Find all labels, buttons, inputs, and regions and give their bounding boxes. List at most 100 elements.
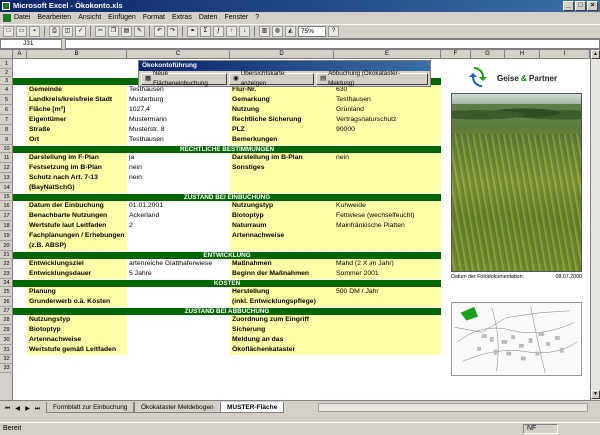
field-label[interactable]: Schutz nach Art. 7-13 <box>27 173 127 183</box>
field-label[interactable]: Bemerkungen <box>230 135 334 145</box>
field-label[interactable]: Festsetzung im B-Plan <box>27 163 127 173</box>
field-value[interactable] <box>334 163 441 173</box>
row-header[interactable]: 30 <box>0 335 13 345</box>
autosum-icon[interactable]: Σ <box>200 26 211 37</box>
field-value[interactable]: Fettwiese (wechselfeucht) <box>334 211 441 221</box>
new-file-icon[interactable]: □ <box>3 26 14 37</box>
overview-map-button[interactable]: ◉ Übersichtskarte anzeigen <box>229 70 315 87</box>
field-value[interactable]: Musterburg <box>127 95 230 105</box>
column-header-h[interactable]: H <box>505 50 540 59</box>
field-value[interactable] <box>127 287 230 297</box>
hyperlink-icon[interactable]: ⚭ <box>187 26 198 37</box>
menu-datei[interactable]: Datei <box>14 12 30 24</box>
row-header[interactable]: 12 <box>0 163 13 173</box>
row-header[interactable]: 8 <box>0 125 13 135</box>
field-value[interactable] <box>334 135 441 145</box>
field-value[interactable] <box>334 315 441 325</box>
row-header[interactable]: 6 <box>0 105 13 115</box>
field-value[interactable] <box>334 335 441 345</box>
row-header[interactable]: 29 <box>0 325 13 335</box>
chart-wizard-icon[interactable]: ▥ <box>259 26 270 37</box>
field-value[interactable]: 5 Jahre <box>127 269 230 279</box>
row-header[interactable]: 15 <box>0 193 13 201</box>
field-value[interactable] <box>334 325 441 335</box>
horizontal-scrollbar[interactable] <box>318 403 588 412</box>
minimize-button[interactable]: _ <box>563 1 574 11</box>
field-label[interactable]: Rechtliche Sicherung <box>230 115 334 125</box>
row-header[interactable]: 22 <box>0 259 13 269</box>
column-header-c[interactable]: C <box>127 50 230 59</box>
field-value[interactable]: Vertragsnaturschutz <box>334 115 441 125</box>
field-label[interactable]: Sicherung <box>230 325 334 335</box>
drawing-icon[interactable]: ◭ <box>285 26 296 37</box>
field-value[interactable] <box>334 241 441 251</box>
row-header[interactable]: 19 <box>0 231 13 241</box>
menu-bearbeiten[interactable]: Bearbeiten <box>37 12 71 24</box>
menu-fenster[interactable]: Fenster <box>225 12 249 24</box>
field-label[interactable]: Herstellung <box>230 287 334 297</box>
field-label[interactable]: Landkreis/kreisfreie Stadt <box>27 95 127 105</box>
row-header[interactable]: 3 <box>0 77 13 85</box>
row-header[interactable]: 25 <box>0 287 13 297</box>
field-value[interactable] <box>127 297 230 307</box>
row-header[interactable]: 26 <box>0 297 13 307</box>
field-label[interactable]: Darstellung im B-Plan <box>230 153 334 163</box>
field-label[interactable]: Wertstufe laut Leitfaden <box>27 221 127 231</box>
field-value[interactable] <box>334 345 441 355</box>
field-value[interactable] <box>334 173 441 183</box>
new-booking-button[interactable]: ▦ Neue Flächeneinbuchung <box>141 70 228 87</box>
field-label[interactable]: Artennachweise <box>27 335 127 345</box>
paste-icon[interactable]: ▤ <box>121 26 132 37</box>
field-value[interactable] <box>127 345 230 355</box>
row-header[interactable]: 2 <box>0 69 13 77</box>
row-header[interactable]: 11 <box>0 153 13 163</box>
row-header[interactable]: 14 <box>0 183 13 193</box>
print-preview-icon[interactable]: ◫ <box>62 26 73 37</box>
field-value[interactable]: 90000 <box>334 125 441 135</box>
formula-input[interactable] <box>65 39 600 49</box>
row-header[interactable]: 1 <box>0 59 13 69</box>
tab-muster-flaeche[interactable]: MUSTER-Fläche <box>220 402 285 413</box>
workbook-icon[interactable] <box>3 14 11 22</box>
column-header-d[interactable]: D <box>230 50 334 59</box>
row-header[interactable]: 31 <box>0 345 13 355</box>
field-label[interactable]: Nutzung <box>230 105 334 115</box>
scroll-down-icon[interactable]: ▼ <box>591 390 600 399</box>
spellcheck-icon[interactable]: ✓ <box>75 26 86 37</box>
row-header[interactable]: 18 <box>0 221 13 231</box>
field-value[interactable]: 500 DM / Jahr <box>334 287 441 297</box>
row-header[interactable]: 4 <box>0 85 13 95</box>
field-value[interactable]: Musterstr. 8 <box>127 125 230 135</box>
field-value[interactable]: nein <box>127 163 230 173</box>
field-label[interactable]: Darstellung im F-Plan <box>27 153 127 163</box>
field-value[interactable] <box>127 325 230 335</box>
field-label[interactable]: Grunderwerb o.ä. Kosten <box>27 297 127 307</box>
next-sheet-icon[interactable]: ▶ <box>23 405 32 414</box>
field-label[interactable]: PLZ <box>230 125 334 135</box>
field-label[interactable]: Sonstiges <box>230 163 334 173</box>
field-value[interactable]: Mainfränkische Platten <box>334 221 441 231</box>
field-value[interactable] <box>334 297 441 307</box>
field-label[interactable]: Nutzungstyp <box>27 315 127 325</box>
field-label[interactable] <box>230 183 334 193</box>
menu-daten[interactable]: Daten <box>199 12 218 24</box>
field-label[interactable]: Gemarkung <box>230 95 334 105</box>
field-value[interactable]: nein <box>127 173 230 183</box>
field-label[interactable]: Planung <box>27 287 127 297</box>
row-header[interactable]: 20 <box>0 241 13 251</box>
format-painter-icon[interactable]: ✎ <box>134 26 145 37</box>
function-icon[interactable]: ƒ <box>213 26 224 37</box>
field-value[interactable] <box>127 231 230 241</box>
field-value[interactable] <box>127 241 230 251</box>
row-header[interactable]: 21 <box>0 251 13 259</box>
last-sheet-icon[interactable]: ⏭ <box>33 405 42 414</box>
menu-format[interactable]: Format <box>143 12 165 24</box>
field-label[interactable]: Biotoptyp <box>27 325 127 335</box>
scroll-up-icon[interactable]: ▲ <box>591 50 600 59</box>
undo-icon[interactable]: ↶ <box>154 26 165 37</box>
column-header-f[interactable]: F <box>441 50 471 59</box>
field-label[interactable]: Datum der Einbuchung <box>27 201 127 211</box>
field-label[interactable]: Wertstufe gemäß Leitfaden <box>27 345 127 355</box>
row-header[interactable]: 9 <box>0 135 13 145</box>
debit-button[interactable]: ▤ Abbuchung (Ökokataster-Meldung) <box>316 70 428 87</box>
